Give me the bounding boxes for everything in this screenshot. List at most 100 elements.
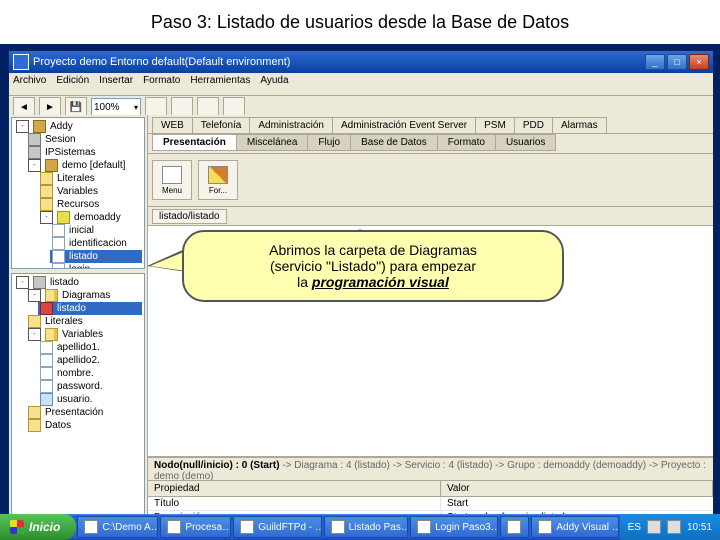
folder-open-icon [45, 289, 58, 302]
task-demo-a[interactable]: C:\Demo A… [77, 516, 158, 538]
task-procesa[interactable]: Procesa… [160, 516, 231, 538]
menu-edicion[interactable]: Edición [56, 75, 89, 93]
save-button[interactable]: 💾 [65, 97, 87, 117]
task-icon [507, 520, 521, 534]
callout-bubble: Abrimos la carpeta de Diagramas (servici… [182, 230, 564, 302]
system-tray: ES 10:51 [620, 514, 720, 540]
tree2-row-nombre[interactable]: nombre. [38, 367, 142, 380]
back-button[interactable]: ◄ [13, 97, 35, 117]
palette-menu-button[interactable]: Menu [152, 160, 192, 200]
task-label: C:\Demo A… [102, 522, 158, 533]
folder-icon [40, 172, 53, 185]
menu-insertar[interactable]: Insertar [99, 75, 133, 93]
task-addy-visual[interactable]: Addy Visual … [531, 516, 618, 538]
tree-row-variables[interactable]: Variables [38, 185, 142, 198]
zoom-select[interactable]: 100%▾ [91, 98, 141, 116]
tray-icon-2[interactable] [667, 520, 681, 534]
tab-flujo[interactable]: Flujo [307, 134, 351, 151]
minimize-button[interactable]: _ [645, 54, 665, 70]
tool-btn-1[interactable] [145, 97, 167, 117]
breadcrumb-bar: Nodo(null/inicio) : 0 (Start) -> Diagram… [148, 457, 713, 480]
task-unknown[interactable] [500, 516, 530, 538]
tree2-row-listado[interactable]: -listado [14, 276, 142, 289]
tree2-row-usuario[interactable]: usuario. [38, 393, 142, 406]
tree-label: Literales [45, 315, 83, 328]
palette: Menu For... [148, 154, 713, 207]
clock[interactable]: 10:51 [687, 522, 712, 533]
expand-icon[interactable]: - [40, 211, 53, 224]
tree2-row-apellido1[interactable]: apellido1. [38, 341, 142, 354]
tool-btn-2[interactable] [171, 97, 193, 117]
tree2-row-diagramas[interactable]: -Diagramas [26, 289, 142, 302]
tab-usuarios[interactable]: Usuarios [495, 134, 556, 151]
path-box[interactable]: listado/listado [152, 209, 227, 224]
zoom-value: 100% [94, 102, 120, 113]
tree-row-listado[interactable]: listado [50, 250, 142, 263]
tab-formato[interactable]: Formato [437, 134, 496, 151]
tray-icon-1[interactable] [647, 520, 661, 534]
menu-ayuda[interactable]: Ayuda [260, 75, 288, 93]
tab-web[interactable]: WEB [152, 117, 193, 133]
task-listado-pas[interactable]: Listado Pas… [324, 516, 409, 538]
menu-formato[interactable]: Formato [143, 75, 180, 93]
tree2-row-apellido2[interactable]: apellido2. [38, 354, 142, 367]
language-indicator[interactable]: ES [628, 522, 641, 533]
tab-admin-event-server[interactable]: Administración Event Server [332, 117, 476, 133]
expand-icon[interactable]: - [28, 159, 41, 172]
tree-row-login[interactable]: login [50, 263, 142, 269]
tab-telefonia[interactable]: Telefonía [192, 117, 251, 133]
tree-row-sesion[interactable]: Sesion [26, 133, 142, 146]
page-icon [52, 237, 65, 250]
tab-psm[interactable]: PSM [475, 117, 515, 133]
tree-row-demo[interactable]: -demo [default] [26, 159, 142, 172]
task-label: Addy Visual … [556, 522, 618, 533]
task-icon [538, 520, 552, 534]
tree-row-literales[interactable]: Literales [38, 172, 142, 185]
start-button[interactable]: Inicio [0, 514, 76, 540]
props-val-titulo[interactable]: Start [441, 497, 713, 510]
tab-miscelanea[interactable]: Miscelánea [236, 134, 309, 151]
window-title: Proyecto demo Entorno default(Default en… [33, 56, 290, 68]
tree-label: IPSistemas [45, 146, 96, 159]
tree2-row-literales[interactable]: Literales [26, 315, 142, 328]
tree2-row-variables[interactable]: -Variables [26, 328, 142, 341]
tree2-row-password[interactable]: password. [38, 380, 142, 393]
expand-icon[interactable]: - [28, 328, 41, 341]
menu-herramientas[interactable]: Herramientas [190, 75, 250, 93]
breadcrumb-node: Nodo(null/inicio) : 0 (Start) [154, 460, 280, 471]
tab-presentacion[interactable]: Presentación [152, 134, 237, 151]
tree-row-identificacion[interactable]: identificacion [50, 237, 142, 250]
forward-button[interactable]: ► [39, 97, 61, 117]
expand-icon[interactable]: - [16, 276, 29, 289]
tab-base-de-datos[interactable]: Base de Datos [350, 134, 438, 151]
tab-pdd[interactable]: PDD [514, 117, 553, 133]
expand-icon[interactable]: - [28, 289, 41, 302]
palette-for-button[interactable]: For... [198, 160, 238, 200]
tree-label: Recursos [57, 198, 99, 211]
gear-icon [28, 146, 41, 159]
tree-label: apellido2. [57, 354, 100, 367]
tree-row-recursos[interactable]: Recursos [38, 198, 142, 211]
task-login-paso3[interactable]: Login Paso3… [410, 516, 497, 538]
tree2-row-datos[interactable]: Datos [26, 419, 142, 432]
arrow-left-icon: ◄ [19, 102, 29, 113]
pencil-icon [208, 166, 228, 184]
menu-archivo[interactable]: Archivo [13, 75, 46, 93]
tree-row-demoaddy[interactable]: -demoaddy [38, 211, 142, 224]
tree2-row-presentacion[interactable]: Presentación [26, 406, 142, 419]
tree-row-inicial[interactable]: inicial [50, 224, 142, 237]
tree-row-ipsistemas[interactable]: IPSistemas [26, 146, 142, 159]
page-icon [40, 341, 53, 354]
tree-row-addy[interactable]: -Addy [14, 120, 142, 133]
close-button[interactable]: × [689, 54, 709, 70]
tree2-row-listado-diagram[interactable]: listado [38, 302, 142, 315]
tool-btn-4[interactable] [223, 97, 245, 117]
task-guildftpd[interactable]: GuildFTPd - … [233, 516, 321, 538]
callout-line3-prefix: la [297, 274, 312, 290]
tree-label: usuario. [57, 393, 93, 406]
tool-btn-3[interactable] [197, 97, 219, 117]
expand-icon[interactable]: - [16, 120, 29, 133]
tab-alarmas[interactable]: Alarmas [552, 117, 607, 133]
tab-administracion[interactable]: Administración [249, 117, 333, 133]
maximize-button[interactable]: □ [667, 54, 687, 70]
